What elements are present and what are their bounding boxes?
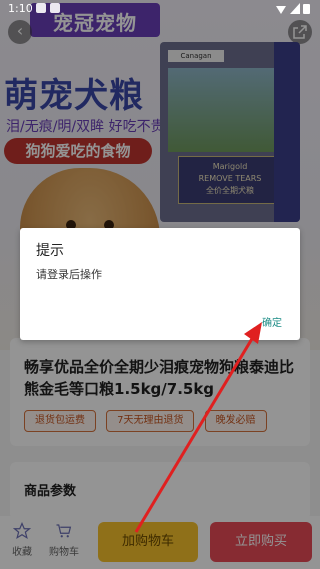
dialog-message: 请登录后操作 [36, 268, 102, 281]
dialog-confirm-button[interactable]: 确定 [262, 314, 282, 329]
notification-icon [36, 3, 46, 13]
status-icons [276, 3, 312, 15]
signal-icon [290, 3, 300, 14]
status-time: 1:10 [8, 2, 33, 15]
login-prompt-dialog: 提示 请登录后操作 确定 [20, 228, 300, 340]
battery-icon [303, 4, 310, 14]
dialog-title: 提示 [36, 243, 64, 259]
wifi-icon [276, 6, 286, 14]
notification-icon [50, 3, 60, 13]
status-bar: 1:10 [0, 0, 320, 18]
